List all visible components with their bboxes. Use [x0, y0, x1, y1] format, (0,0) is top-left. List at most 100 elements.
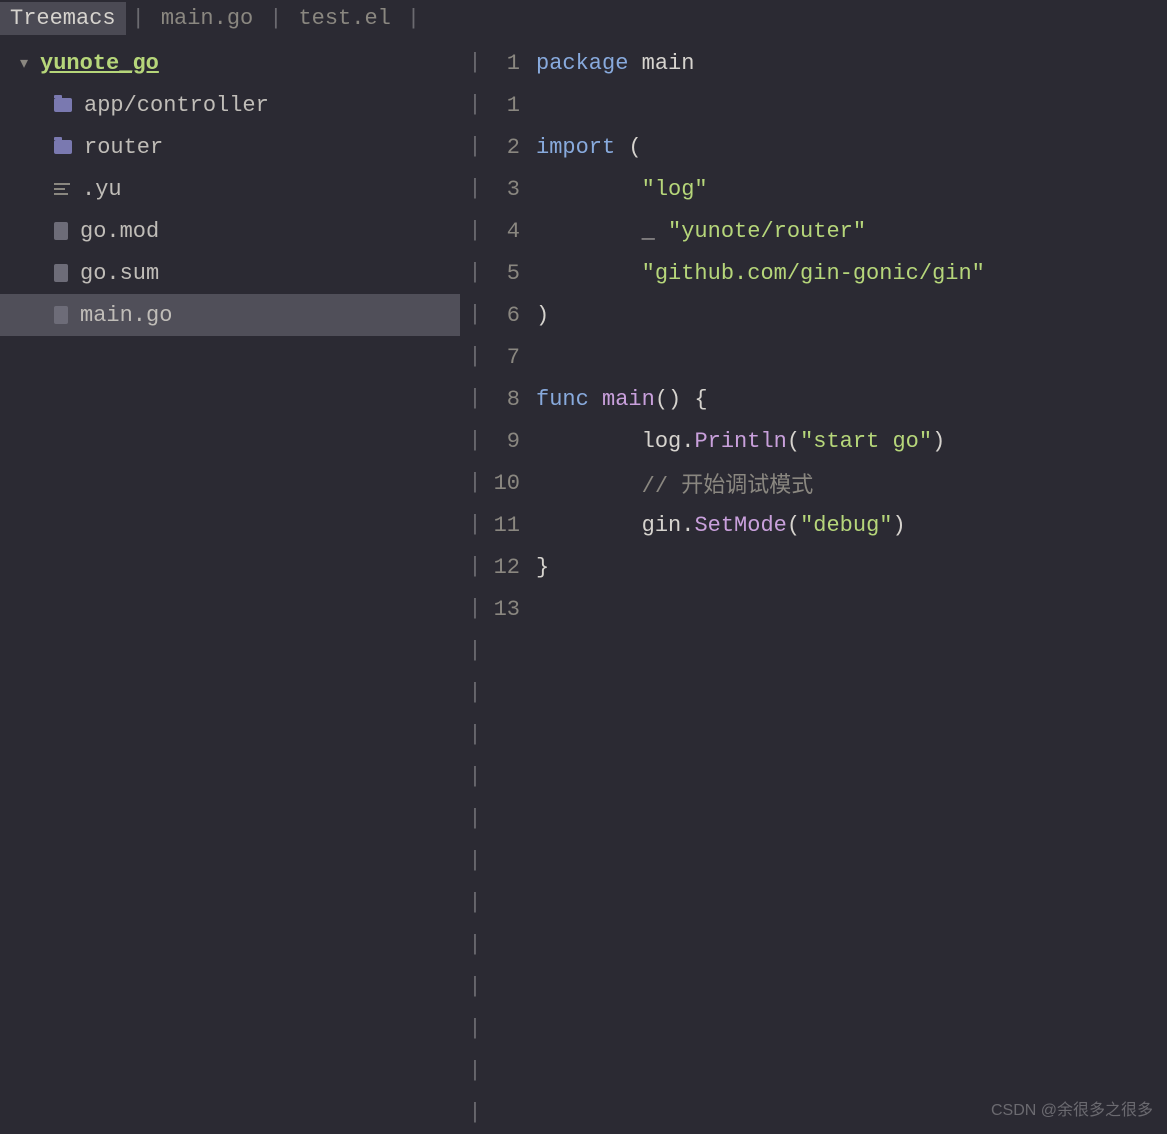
code-content: "log"	[536, 177, 708, 202]
watermark: CSDN @余很多之很多	[991, 1096, 1153, 1120]
divider-segment: |	[468, 924, 481, 966]
tree-item--yu[interactable]: .yu	[0, 168, 460, 210]
divider-segment: |	[468, 210, 481, 252]
code-line-empty[interactable]	[490, 630, 1167, 672]
file-icon	[54, 222, 68, 240]
code-line-empty[interactable]	[490, 798, 1167, 840]
tab-separator: |	[263, 6, 288, 31]
code-line-empty[interactable]	[490, 840, 1167, 882]
code-line-empty[interactable]	[490, 1008, 1167, 1050]
tab-test-el[interactable]: test.el	[288, 2, 400, 35]
tree-item-go-sum[interactable]: go.sum	[0, 252, 460, 294]
divider-segment: |	[468, 1008, 481, 1050]
code-line[interactable]: 12}	[490, 546, 1167, 588]
code-line-empty[interactable]	[490, 966, 1167, 1008]
tree-item-label: go.sum	[80, 261, 159, 286]
line-number: 6	[490, 303, 536, 328]
line-number: 5	[490, 261, 536, 286]
code-content: func main() {	[536, 387, 708, 412]
main-area: ▾yunote_go app/controller router .yu go.mod g…	[0, 36, 1167, 1130]
divider-segment: |	[468, 546, 481, 588]
tree-item-label: app/controller	[84, 93, 269, 118]
code-content: log.Println("start go")	[536, 429, 945, 454]
code-line[interactable]: 10 // 开始调试模式	[490, 462, 1167, 504]
code-line[interactable]: 7	[490, 336, 1167, 378]
divider-segment: |	[468, 672, 481, 714]
code-content: package main	[536, 51, 694, 76]
divider-segment: |	[468, 462, 481, 504]
code-line-empty[interactable]	[490, 714, 1167, 756]
code-line-empty[interactable]	[490, 756, 1167, 798]
divider-segment: |	[468, 882, 481, 924]
code-line[interactable]: 6)	[490, 294, 1167, 336]
code-line[interactable]: 9 log.Println("start go")	[490, 420, 1167, 462]
code-line-empty[interactable]	[490, 672, 1167, 714]
line-number: 10	[490, 471, 536, 496]
line-number: 9	[490, 429, 536, 454]
code-content: )	[536, 303, 549, 328]
code-content: gin.SetMode("debug")	[536, 513, 906, 538]
code-line[interactable]: 13	[490, 588, 1167, 630]
treemacs-sidebar: ▾yunote_go app/controller router .yu go.mod g…	[0, 36, 460, 1130]
tree-item-label: .yu	[82, 177, 122, 202]
tree-item-label: go.mod	[80, 219, 159, 244]
code-line[interactable]: 5 "github.com/gin-gonic/gin"	[490, 252, 1167, 294]
code-line[interactable]: 1	[490, 84, 1167, 126]
tree-item-label: router	[84, 135, 163, 160]
line-number: 2	[490, 135, 536, 160]
line-number: 7	[490, 345, 536, 370]
divider-segment: |	[468, 1092, 481, 1134]
line-number: 1	[490, 93, 536, 118]
divider-segment: |	[468, 756, 481, 798]
divider-segment: |	[468, 630, 481, 672]
code-line-empty[interactable]	[490, 924, 1167, 966]
folder-icon	[54, 98, 72, 112]
file-icon	[54, 264, 68, 282]
tab-separator: |	[126, 6, 151, 31]
file-icon	[54, 306, 68, 324]
tab-treemacs[interactable]: Treemacs	[0, 2, 126, 35]
code-line[interactable]: 3 "log"	[490, 168, 1167, 210]
divider-segment: |	[468, 42, 481, 84]
pane-divider: ||||||||||||||||||||||||||	[460, 36, 490, 1130]
divider-segment: |	[468, 714, 481, 756]
tab-separator: |	[401, 6, 426, 31]
divider-segment: |	[468, 966, 481, 1008]
text-file-icon	[54, 181, 70, 197]
divider-segment: |	[468, 1050, 481, 1092]
code-content: "github.com/gin-gonic/gin"	[536, 261, 985, 286]
tree-item-router[interactable]: router	[0, 126, 460, 168]
code-line[interactable]: 11 gin.SetMode("debug")	[490, 504, 1167, 546]
divider-segment: |	[468, 798, 481, 840]
tab-main-go[interactable]: main.go	[151, 2, 263, 35]
divider-segment: |	[468, 378, 481, 420]
code-content: // 开始调试模式	[536, 467, 813, 499]
code-line[interactable]: 8func main() {	[490, 378, 1167, 420]
divider-segment: |	[468, 294, 481, 336]
code-line[interactable]: 4 _ "yunote/router"	[490, 210, 1167, 252]
divider-segment: |	[468, 84, 481, 126]
tree-project-root[interactable]: ▾yunote_go	[0, 42, 460, 84]
line-number: 12	[490, 555, 536, 580]
tree-item-app-controller[interactable]: app/controller	[0, 84, 460, 126]
divider-segment: |	[468, 126, 481, 168]
code-line[interactable]: 2import (	[490, 126, 1167, 168]
divider-segment: |	[468, 420, 481, 462]
chevron-down-icon: ▾	[20, 53, 28, 73]
line-number: 8	[490, 387, 536, 412]
divider-segment: |	[468, 336, 481, 378]
line-number: 11	[490, 513, 536, 538]
line-number: 13	[490, 597, 536, 622]
divider-segment: |	[468, 588, 481, 630]
code-line-empty[interactable]	[490, 882, 1167, 924]
tree-item-main-go[interactable]: main.go	[0, 294, 460, 336]
divider-segment: |	[468, 840, 481, 882]
code-content: import (	[536, 135, 642, 160]
code-line[interactable]: 1package main	[490, 42, 1167, 84]
code-line-empty[interactable]	[490, 1050, 1167, 1092]
tree-item-go-mod[interactable]: go.mod	[0, 210, 460, 252]
divider-segment: |	[468, 252, 481, 294]
code-content: _ "yunote/router"	[536, 219, 866, 244]
divider-segment: |	[468, 504, 481, 546]
tab-bar: Treemacs|main.go|test.el|	[0, 0, 1167, 36]
